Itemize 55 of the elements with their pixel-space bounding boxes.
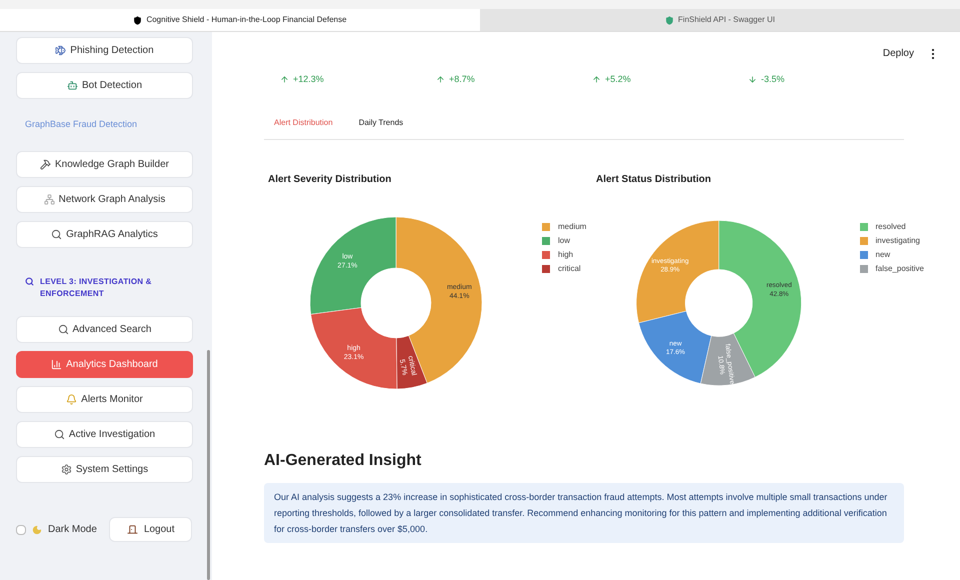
robot-icon: [66, 80, 78, 91]
search-icon: [25, 277, 34, 286]
nav-button[interactable]: Phishing Detection: [16, 37, 193, 64]
section-label: GraphBase Fraud Detection: [25, 119, 138, 129]
insight-text: Our AI analysis suggests a 23% increase in sophisticated cross-border transaction fraud attempts. Most attempts involve multiple small transactions under reporting thresholds, followed by a larger consolidated transfer. Recommend enhancing monitoring for this pattern and implementing additional verification for cross-border transfers over $5,000.: [264, 482, 904, 542]
nav-button[interactable]: Alerts Monitor: [16, 386, 193, 413]
metric-delta: +12.3%: [293, 73, 324, 86]
browser-tab[interactable]: Cognitive Shield - Human-in-the-Loop Financial Defense: [0, 9, 480, 31]
nav-button[interactable]: GraphRAG Analytics: [16, 221, 193, 248]
nav-button[interactable]: Network Graph Analysis: [16, 186, 193, 213]
tab[interactable]: Alert Distribution: [274, 116, 333, 128]
chart-title: Alert Status Distribution: [596, 172, 712, 186]
nav-button[interactable]: Bot Detection: [16, 72, 193, 99]
metric-delta: +5.2%: [605, 73, 631, 86]
insight-heading: AI-Generated Insight: [264, 450, 422, 470]
logout-button[interactable]: Logout: [109, 517, 192, 542]
chart-icon: [51, 359, 62, 370]
metric-delta: +8.7%: [449, 73, 475, 86]
door-icon: [126, 524, 138, 535]
nav-button[interactable]: Analytics Dashboard: [16, 351, 193, 378]
search-icon: [51, 229, 62, 240]
nav-button[interactable]: System Settings: [16, 456, 193, 483]
dark-mode-label: Dark Mode: [48, 523, 97, 537]
search-icon: [54, 429, 65, 440]
settings-icon: [60, 464, 72, 475]
arrow-up-icon: [280, 75, 289, 84]
hammer-icon: [40, 159, 52, 170]
site-icon: [665, 16, 674, 24]
legend-label: new: [876, 248, 890, 260]
dark-mode-checkbox[interactable]: [16, 524, 26, 534]
bell-icon: [66, 394, 78, 405]
nav-button[interactable]: Advanced Search: [16, 316, 193, 343]
legend-label: high: [558, 248, 574, 260]
legend-label: critical: [558, 262, 581, 274]
moon-icon: [32, 524, 42, 534]
legend-label: false_positive: [876, 262, 924, 274]
nav-button[interactable]: Active Investigation: [16, 421, 193, 448]
legend-label: low: [558, 234, 570, 246]
site-icon: [133, 16, 142, 24]
metric-delta: -3.5%: [761, 73, 785, 86]
arrow-up-icon: [436, 75, 445, 84]
deploy-button[interactable]: Deploy: [882, 46, 914, 61]
browser-tab[interactable]: FinShield API - Swagger UI: [480, 9, 960, 31]
chart-title: Alert Severity Distribution: [268, 172, 392, 186]
network-icon: [44, 194, 55, 205]
legend-label: resolved: [876, 220, 906, 232]
arrow-down-icon: [748, 75, 757, 84]
tab[interactable]: Daily Trends: [358, 116, 404, 128]
legend-label: investigating: [876, 234, 920, 246]
legend-label: medium: [558, 220, 586, 232]
fish-icon: [55, 45, 66, 56]
search-icon: [58, 324, 69, 335]
nav-button[interactable]: Knowledge Graph Builder: [16, 151, 193, 178]
section-heading: LEVEL 3: INVESTIGATION & ENFORCEMENT: [40, 276, 153, 300]
arrow-up-icon: [592, 75, 601, 84]
